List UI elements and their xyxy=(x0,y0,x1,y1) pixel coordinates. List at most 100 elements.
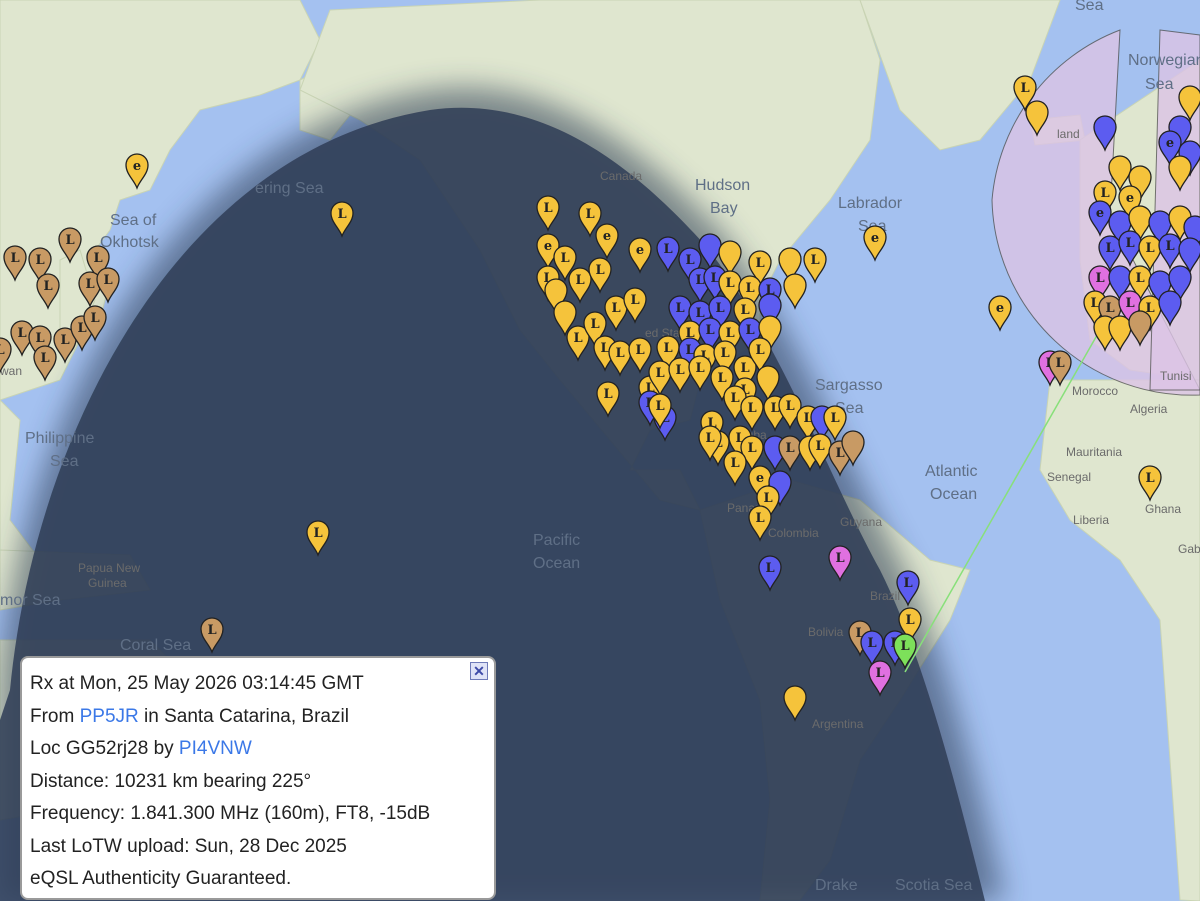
svg-text:L: L xyxy=(93,251,102,266)
svg-text:L: L xyxy=(715,301,724,316)
sender-callsign-link[interactable]: PP5JR xyxy=(80,706,139,727)
svg-text:L: L xyxy=(35,253,44,268)
distance-line: Distance: 10231 km bearing 225° xyxy=(30,770,312,792)
label-norwegian: Norwegian xyxy=(1128,52,1200,69)
svg-text:L: L xyxy=(1105,301,1114,316)
svg-text:e: e xyxy=(1166,136,1174,151)
svg-text:L: L xyxy=(90,311,99,326)
svg-text:L: L xyxy=(1145,471,1154,486)
svg-text:L: L xyxy=(730,391,739,406)
spot-info-popup: ✕ Rx at Mon, 25 May 2026 03:14:45 GMT Fr… xyxy=(20,656,496,900)
svg-text:L: L xyxy=(663,242,672,257)
svg-text:L: L xyxy=(745,281,754,296)
label-norwegian-sea: Sea xyxy=(1145,76,1174,93)
label-atlantic-2: Ocean xyxy=(930,486,977,503)
svg-text:L: L xyxy=(1095,271,1104,286)
label-sargasso-1: Sargasso xyxy=(815,377,883,394)
label-colombia: Colombia xyxy=(768,526,819,540)
frequency-line: Frequency: 1.841.300 MHz (160m), FT8, -1… xyxy=(30,803,431,824)
svg-text:L: L xyxy=(1165,239,1174,254)
svg-text:e: e xyxy=(544,239,552,254)
locator-prefix: Loc GG52rj28 by xyxy=(30,738,179,759)
label-timor: mor Sea xyxy=(0,592,61,609)
svg-text:L: L xyxy=(0,343,5,358)
svg-text:L: L xyxy=(655,366,664,381)
svg-text:L: L xyxy=(560,251,569,266)
label-guyana: Guyana xyxy=(840,515,882,529)
label-mauritania: Mauritania xyxy=(1066,445,1122,459)
svg-text:L: L xyxy=(785,399,794,414)
svg-text:L: L xyxy=(755,511,764,526)
svg-text:L: L xyxy=(765,561,774,576)
svg-text:L: L xyxy=(717,371,726,386)
svg-text:L: L xyxy=(35,331,44,346)
svg-text:L: L xyxy=(720,346,729,361)
svg-text:L: L xyxy=(900,639,909,654)
label-bering: ering Sea xyxy=(255,180,324,197)
lotw-line: Last LoTW upload: Sun, 28 Dec 2025 xyxy=(30,835,347,857)
locator-line: Loc GG52rj28 by PI4VNW xyxy=(30,733,484,766)
label-argentina: Argentina xyxy=(812,717,864,731)
svg-text:L: L xyxy=(725,326,734,341)
label-coral: Coral Sea xyxy=(120,637,191,654)
svg-text:L: L xyxy=(40,351,49,366)
svg-text:e: e xyxy=(133,159,141,174)
svg-text:L: L xyxy=(685,343,694,358)
from-line: From PP5JR in Santa Catarina, Brazil xyxy=(30,701,484,734)
svg-text:L: L xyxy=(17,326,26,341)
svg-text:L: L xyxy=(590,317,599,332)
svg-text:L: L xyxy=(1145,241,1154,256)
svg-text:L: L xyxy=(663,341,672,356)
svg-text:L: L xyxy=(207,623,216,638)
svg-text:L: L xyxy=(1020,81,1029,96)
svg-text:L: L xyxy=(1090,296,1099,311)
label-pacific-1: Pacific xyxy=(533,532,580,549)
svg-text:L: L xyxy=(685,253,694,268)
from-prefix: From xyxy=(30,705,80,727)
label-brazil: Brazil xyxy=(870,589,900,603)
svg-text:L: L xyxy=(785,441,794,456)
label-senegal: Senegal xyxy=(1047,470,1091,484)
svg-text:L: L xyxy=(543,201,552,216)
svg-text:e: e xyxy=(1096,206,1104,221)
svg-text:L: L xyxy=(740,303,749,318)
label-sea-top: Sea xyxy=(1075,0,1104,14)
svg-text:L: L xyxy=(905,613,914,628)
svg-text:L: L xyxy=(103,273,112,288)
svg-text:e: e xyxy=(996,301,1004,316)
label-ireland: land xyxy=(1057,127,1080,141)
receiver-callsign-link[interactable]: PI4VNW xyxy=(179,738,252,759)
svg-text:e: e xyxy=(603,229,611,244)
svg-text:L: L xyxy=(740,361,749,376)
svg-text:L: L xyxy=(575,273,584,288)
svg-text:e: e xyxy=(636,243,644,258)
svg-text:L: L xyxy=(755,256,764,271)
eqsl-line: eQSL Authenticity Guaranteed. xyxy=(30,868,292,889)
svg-text:L: L xyxy=(755,343,764,358)
svg-text:L: L xyxy=(725,276,734,291)
label-hudson-1: Hudson xyxy=(695,177,750,194)
svg-text:L: L xyxy=(747,401,756,416)
label-ghana: Ghana xyxy=(1145,502,1181,516)
svg-text:L: L xyxy=(1055,356,1064,371)
svg-text:L: L xyxy=(585,207,594,222)
label-gabo: Gabo xyxy=(1178,542,1200,556)
close-icon[interactable]: ✕ xyxy=(470,662,488,680)
svg-text:L: L xyxy=(903,576,912,591)
svg-text:L: L xyxy=(603,387,612,402)
svg-text:L: L xyxy=(705,323,714,338)
svg-text:L: L xyxy=(830,411,839,426)
svg-text:L: L xyxy=(595,263,604,278)
svg-text:L: L xyxy=(730,456,739,471)
svg-text:L: L xyxy=(815,439,824,454)
svg-text:L: L xyxy=(763,491,772,506)
svg-text:L: L xyxy=(611,301,620,316)
svg-text:L: L xyxy=(1125,236,1134,251)
label-okhotsk-1: Sea of xyxy=(110,212,157,229)
svg-text:L: L xyxy=(573,331,582,346)
from-location: in Santa Catarina, Brazil xyxy=(138,705,349,727)
svg-text:L: L xyxy=(635,343,644,358)
svg-text:L: L xyxy=(705,431,714,446)
svg-text:L: L xyxy=(313,526,322,541)
label-okhotsk-2: Okhotsk xyxy=(100,234,160,251)
